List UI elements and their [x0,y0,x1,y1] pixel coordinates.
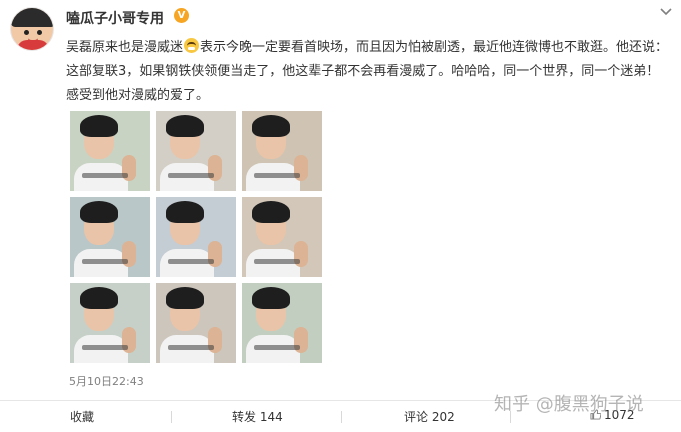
photo-thumbnail[interactable] [70,283,150,363]
photo-thumbnail[interactable] [70,197,150,277]
photo-caption [82,345,128,350]
chevron-down-icon[interactable] [659,2,673,21]
post-text-before-emoji: 吴磊原来也是漫威迷 [66,40,184,55]
avatar-left-eye [24,30,29,35]
photo-caption [168,345,214,350]
avatar-hair [11,8,53,27]
photo-caption [82,173,128,178]
photo-thumbnail[interactable] [242,111,322,191]
photo-grid [70,111,322,363]
post-timestamp[interactable]: 5月10日22:43 [69,373,144,389]
photo-caption [254,345,300,350]
watermark-text: 知乎 @腹黑狗子说 [494,394,644,415]
post-text: 吴磊原来也是漫威迷 表示今晚一定要看首映场，而且因为怕被剧透，最近他连微博也不敢逛… [66,36,670,108]
photo-hair [80,201,118,223]
photo-hair [252,201,290,223]
photo-caption [82,259,128,264]
photo-thumbnail[interactable] [242,283,322,363]
photo-caption [254,173,300,178]
photo-thumbnail[interactable] [70,111,150,191]
comment-button[interactable]: 评论 202 [404,408,455,425]
photo-caption [168,259,214,264]
photo-thumbnail[interactable] [156,283,236,363]
avatar-right-eye [37,30,42,35]
photo-hair [166,115,204,137]
action-separator [341,411,342,423]
photo-hair [166,201,204,223]
photo-caption [168,173,214,178]
photo-thumbnail[interactable] [242,197,322,277]
username[interactable]: 嗑瓜子小哥专用 [66,8,164,28]
favorite-button[interactable]: 收藏 [70,408,94,425]
photo-hair [80,115,118,137]
vip-badge-icon: V [174,8,189,23]
photo-caption [254,259,300,264]
avatar-shirt [17,40,49,50]
photo-hair [166,287,204,309]
photo-thumbnail[interactable] [156,111,236,191]
photo-hair [252,115,290,137]
photo-hair [80,287,118,309]
action-separator [171,411,172,423]
avatar[interactable] [10,7,54,51]
repost-button[interactable]: 转发 144 [232,408,283,425]
photo-hair [252,287,290,309]
laughing-emoji-icon [184,38,200,53]
photo-thumbnail[interactable] [156,197,236,277]
